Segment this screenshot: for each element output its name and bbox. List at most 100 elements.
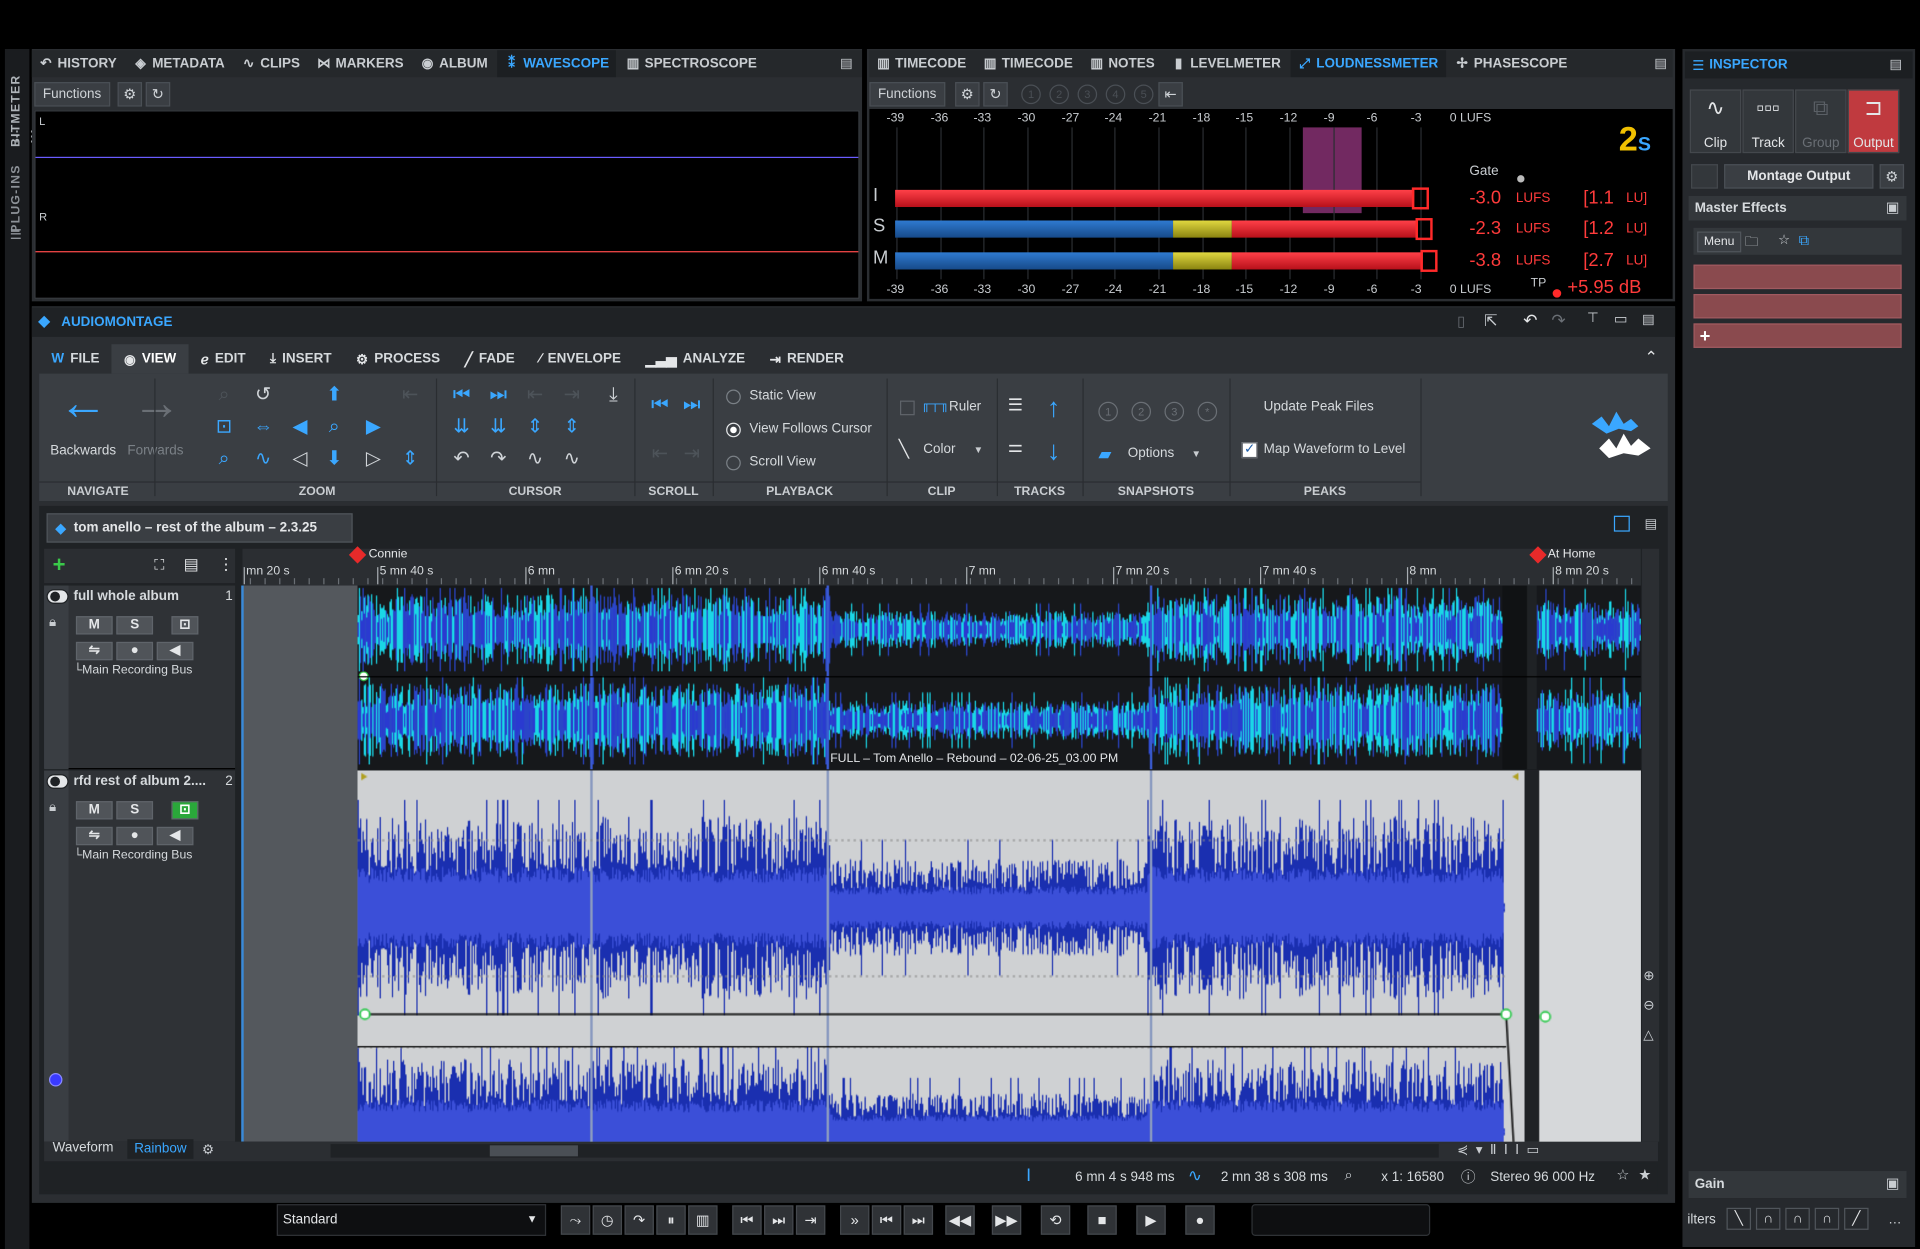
transport-button-icon[interactable]: ⏸: [656, 1205, 686, 1235]
redo-icon[interactable]: ↷: [1551, 310, 1565, 331]
rainbow-tab[interactable]: Rainbow: [127, 1139, 194, 1159]
add-effect-slot[interactable]: +: [1693, 323, 1902, 348]
ribbon-tool-icon[interactable]: ⌕: [213, 385, 235, 407]
ruler-label[interactable]: Ruler: [949, 399, 981, 414]
static-view-label[interactable]: Static View: [749, 388, 815, 403]
filter-shape-icon[interactable]: ╱: [1844, 1207, 1869, 1230]
window-icon[interactable]: ▭: [1614, 310, 1628, 327]
view-follows-cursor-label[interactable]: View Follows Cursor: [749, 421, 872, 436]
track-2-solo-button[interactable]: S: [116, 801, 154, 820]
ribbon-tool-icon[interactable]: ▷: [362, 448, 384, 470]
add-track-icon[interactable]: +: [53, 552, 66, 578]
ribbon-tab-insert[interactable]: ⤓ INSERT: [258, 344, 344, 373]
color-brush-icon[interactable]: ╲: [899, 439, 909, 460]
zoom-out-icon[interactable]: ⊖: [1643, 997, 1654, 1013]
snapshot-slot-2[interactable]: 2: [1131, 401, 1152, 422]
tab-metadata[interactable]: ◈ METADATA: [126, 50, 232, 77]
loudness-functions-button[interactable]: Functions: [869, 82, 946, 107]
ribbon-tab-fade[interactable]: ╱ FADE: [452, 344, 527, 373]
folder-icon[interactable]: 🗀: [1745, 232, 1758, 255]
settings-gear-icon[interactable]: ⚙: [117, 82, 143, 107]
backwards-arrow-icon[interactable]: ←: [59, 376, 108, 430]
snapshot-slot-3[interactable]: 3: [1164, 401, 1185, 422]
transport-button-icon[interactable]: »: [840, 1205, 870, 1235]
map-waveform-label[interactable]: Map Waveform to Level: [1264, 442, 1406, 457]
snapshot-folder-icon[interactable]: ▰: [1098, 443, 1111, 464]
transport-button-icon[interactable]: ◷: [592, 1205, 623, 1235]
ribbon-tab-edit[interactable]: ℯ EDIT: [189, 344, 258, 373]
tracks-collapse-icon[interactable]: ⚌: [1008, 436, 1023, 457]
tab-phasescope-5[interactable]: ✢ PHASESCOPE: [1448, 50, 1575, 77]
transport-button-icon[interactable]: ⏭: [903, 1205, 934, 1235]
ribbon-tab-analyze[interactable]: ▁▃▅ ANALYZE: [633, 344, 757, 373]
transport-button-icon[interactable]: ●: [1185, 1205, 1215, 1235]
favorite-icon[interactable]: ★: [1638, 1166, 1651, 1183]
transport-preset-select[interactable]: Standard ▼: [276, 1204, 547, 1236]
ribbon-tab-envelope[interactable]: ∕ ENVELOPE: [527, 344, 633, 373]
track-1-fx-button[interactable]: ⊡: [171, 616, 199, 635]
track-2-enable-toggle[interactable]: [46, 774, 69, 789]
transport-button-icon[interactable]: ⏮: [871, 1205, 902, 1235]
output-bypass-toggle[interactable]: [1691, 164, 1718, 189]
track-1-solo-button[interactable]: S: [116, 616, 154, 635]
track-up-arrow-icon[interactable]: ↑: [1047, 392, 1060, 424]
track-down-arrow-icon[interactable]: ↓: [1047, 435, 1060, 467]
waveform-tab[interactable]: Waveform: [53, 1140, 114, 1155]
filter-shape-icon[interactable]: ∩: [1814, 1207, 1840, 1230]
ribbon-tool-icon[interactable]: ∿: [524, 448, 546, 470]
maximize-icon[interactable]: ▣: [1886, 198, 1900, 215]
track-2-bus[interactable]: └Main Recording Bus: [73, 849, 192, 862]
zoom-in-icon[interactable]: ⊕: [1643, 968, 1654, 984]
transport-button-icon[interactable]: ⇥: [795, 1205, 826, 1235]
snapshot-slot-1[interactable]: 1: [1098, 401, 1118, 422]
functions-button[interactable]: Functions: [34, 82, 111, 107]
dropdown-icon[interactable]: ⊤: [1587, 310, 1599, 326]
ribbon-tool-icon[interactable]: ⤓: [602, 385, 624, 407]
ribbon-tool-icon[interactable]: ▶: [362, 416, 384, 438]
transport-button-icon[interactable]: ▶: [1136, 1205, 1166, 1235]
ribbon-tool-icon[interactable]: ↷: [487, 448, 509, 470]
track-1-routing-button[interactable]: ⇋: [75, 641, 113, 661]
update-peak-files-button[interactable]: Update Peak Files: [1264, 399, 1374, 414]
transport-button-icon[interactable]: ⏭: [764, 1205, 794, 1235]
ribbon-tool-icon[interactable]: ⏮: [649, 394, 671, 416]
tab-notes-2[interactable]: ▥ NOTES: [1083, 50, 1162, 77]
ribbon-tool-icon[interactable]: ⏭: [487, 385, 509, 407]
transport-button-icon[interactable]: ◀◀: [945, 1205, 975, 1235]
vertical-scrollbar[interactable]: [1642, 548, 1660, 1142]
ribbon-tab-file[interactable]: W FILE: [39, 344, 112, 373]
ribbon-tool-icon[interactable]: ⏮: [451, 385, 473, 407]
montage-output-button[interactable]: Montage Output: [1724, 164, 1874, 189]
ribbon-tool-icon[interactable]: ⇕: [524, 416, 546, 438]
status-format[interactable]: Stereo 96 000 Hz: [1490, 1170, 1595, 1185]
ribbon-tool-icon[interactable]: ↶: [451, 448, 473, 470]
effects-menu-button[interactable]: Menu: [1697, 231, 1742, 253]
transport-button-icon[interactable]: ⤳: [560, 1205, 591, 1235]
ribbon-tool-icon[interactable]: ◁: [289, 448, 311, 470]
info-icon[interactable]: ⓘ: [1461, 1166, 1476, 1187]
tab-markers[interactable]: ⋈ MARKERS: [310, 50, 411, 77]
ribbon-tab-process[interactable]: ⚙ PROCESS: [344, 344, 453, 373]
panel-options-icon[interactable]: ▤: [1642, 311, 1655, 327]
map-waveform-checkbox[interactable]: ✓: [1241, 442, 1258, 459]
filter-shape-icon[interactable]: ∩: [1785, 1207, 1810, 1230]
track-2-fx-button[interactable]: ⊡: [171, 801, 199, 820]
level-icon[interactable]: △: [1643, 1027, 1653, 1043]
ruler-checkbox[interactable]: [900, 400, 915, 416]
tab-wavescope[interactable]: ⁑ WAVESCOPE: [497, 50, 617, 78]
tab-spectroscope[interactable]: ▥ SPECTROSCOPE: [619, 50, 764, 77]
bottom-settings-gear-icon[interactable]: ⚙: [202, 1142, 214, 1158]
scroll-view-radio[interactable]: [726, 455, 741, 471]
transport-button-icon[interactable]: ■: [1087, 1205, 1117, 1235]
ribbon-tool-icon[interactable]: ⇊: [487, 416, 509, 438]
color-label[interactable]: Color: [923, 442, 955, 457]
transport-button-icon[interactable]: ▥: [688, 1205, 718, 1235]
filter-shape-icon[interactable]: ╲: [1726, 1207, 1752, 1230]
scroll-view-label[interactable]: Scroll View: [749, 454, 815, 469]
tab-clips[interactable]: ∿ CLIPS: [235, 50, 308, 77]
ribbon-tool-icon[interactable]: ↺: [252, 385, 274, 407]
ribbon-tool-icon[interactable]: ∿: [252, 448, 274, 470]
tab-timecode-0[interactable]: ▥ TIMECODE: [869, 50, 973, 77]
marker-end-label[interactable]: At Home: [1548, 548, 1596, 561]
options-dropdown-icon[interactable]: ▼: [1191, 448, 1201, 459]
